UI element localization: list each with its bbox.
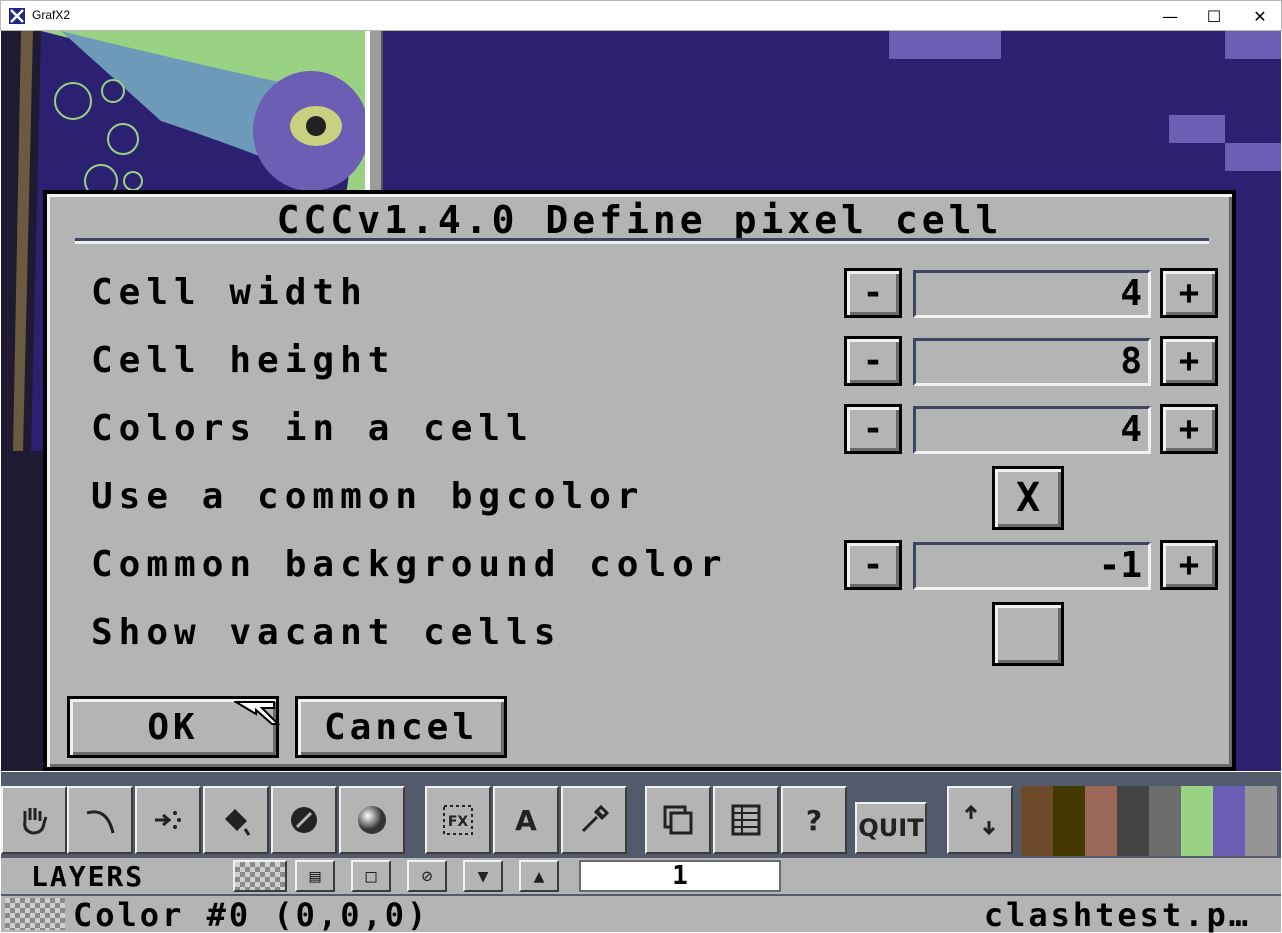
window-titlebar: GrafX2 — ☐ ✕	[0, 0, 1282, 31]
sphere-tool-button[interactable]	[339, 786, 405, 854]
effects-icon: FX	[443, 805, 473, 835]
scroll-tool-button[interactable]	[947, 786, 1013, 854]
color-palette[interactable]	[1021, 772, 1281, 856]
cell-width-label: Cell width	[91, 272, 368, 313]
current-layer-field[interactable]: 1	[579, 860, 781, 892]
minimize-button[interactable]: —	[1147, 1, 1193, 31]
close-button[interactable]: ✕	[1237, 1, 1282, 31]
pixel-block	[1169, 115, 1225, 143]
common-bgcolor-label: Common background color	[91, 544, 728, 585]
layer-add-button[interactable]: □	[351, 860, 391, 892]
common-bgcolor-decrement-button[interactable]: -	[844, 540, 902, 590]
status-bar: Color #0 (0,0,0) clashtest.p…	[1, 894, 1281, 933]
pixel-block	[1225, 143, 1281, 171]
sphere-icon	[358, 806, 386, 834]
use-common-bgcolor-checkbox[interactable]: X	[992, 466, 1064, 530]
arrow-up-icon: ▲	[533, 865, 545, 887]
window-title: GrafX2	[32, 8, 71, 22]
hand-tool-button[interactable]	[1, 786, 67, 854]
svg-text:FX: FX	[448, 814, 469, 830]
arrow-down-icon: ▼	[477, 865, 489, 887]
use-common-bgcolor-label: Use a common bgcolor	[91, 476, 645, 517]
cell-width-decrement-button[interactable]: -	[844, 268, 902, 318]
eyedropper-tool-button[interactable]	[561, 786, 627, 854]
fill-tool-button[interactable]	[203, 786, 269, 854]
define-pixel-cell-dialog: CCCv1.4.0 Define pixel cell Cell width -…	[43, 190, 1236, 771]
delete-layer-icon: ⊘	[421, 865, 433, 887]
help-tool-button[interactable]: ?	[781, 786, 847, 854]
gradient-tool-button[interactable]	[271, 786, 337, 854]
palette-grid-tool-button[interactable]	[713, 786, 779, 854]
cell-height-label: Cell height	[91, 340, 396, 381]
cell-height-decrement-button[interactable]: -	[844, 336, 902, 386]
maximize-button[interactable]: ☐	[1191, 1, 1237, 31]
layer-merge-button[interactable]: ▤	[295, 860, 335, 892]
colors-in-cell-value[interactable]: 4	[913, 406, 1151, 454]
tools-toolbar: FX A ? QUIT	[1, 772, 1281, 856]
show-vacant-cells-checkbox[interactable]	[992, 602, 1064, 666]
help-icon: ?	[805, 803, 823, 837]
scroll-arrows-icon	[964, 804, 996, 836]
palette-swatch[interactable]	[1021, 786, 1053, 856]
layer-down-button[interactable]: ▼	[463, 860, 503, 892]
text-icon: A	[515, 803, 537, 837]
spray-icon	[155, 811, 181, 829]
pixel-block	[889, 31, 1001, 59]
common-bgcolor-value[interactable]: -1	[913, 542, 1151, 590]
colors-in-cell-decrement-button[interactable]: -	[844, 404, 902, 454]
palette-swatch[interactable]	[1149, 786, 1181, 856]
color-swatch	[5, 898, 65, 930]
show-vacant-cells-label: Show vacant cells	[91, 612, 562, 653]
palette-swatch[interactable]	[1245, 786, 1277, 856]
status-filename: clashtest.p…	[983, 896, 1251, 933]
cancel-button[interactable]: Cancel	[295, 696, 507, 758]
palette-swatch[interactable]	[1117, 786, 1149, 856]
gradient-icon	[291, 807, 317, 833]
grafx2-app-icon	[9, 8, 25, 24]
merge-icon: ▤	[309, 865, 321, 887]
curve-tool-button[interactable]	[67, 786, 133, 854]
colors-in-cell-label: Colors in a cell	[91, 408, 534, 449]
pixel-block	[1225, 31, 1281, 59]
cell-height-value[interactable]: 8	[913, 338, 1151, 386]
status-color-text: Color #0 (0,0,0)	[73, 896, 430, 933]
cell-width-increment-button[interactable]: +	[1160, 268, 1218, 318]
quit-label: QUIT	[858, 814, 924, 842]
hand-icon	[23, 808, 48, 835]
layers-label: LAYERS	[31, 860, 145, 893]
layer-delete-button[interactable]: ⊘	[407, 860, 447, 892]
palette-swatch[interactable]	[1181, 786, 1213, 856]
common-bgcolor-increment-button[interactable]: +	[1160, 540, 1218, 590]
quit-button[interactable]: QUIT	[855, 802, 927, 854]
layers-copy-tool-button[interactable]	[645, 786, 711, 854]
eyedropper-icon	[581, 804, 610, 833]
add-layer-icon: □	[365, 865, 377, 887]
layer-up-button[interactable]: ▲	[519, 860, 559, 892]
dialog-title: CCCv1.4.0 Define pixel cell	[276, 198, 1003, 242]
layers-copy-icon	[663, 805, 693, 835]
palette-swatch[interactable]	[1053, 786, 1085, 856]
mouse-pointer-icon	[234, 701, 280, 725]
palette-swatch[interactable]	[1213, 786, 1245, 856]
title-divider	[75, 238, 1209, 244]
spray-tool-button[interactable]	[135, 786, 201, 854]
palette-swatch[interactable]	[1085, 786, 1117, 856]
cell-width-value[interactable]: 4	[913, 270, 1151, 318]
curve-icon	[86, 810, 115, 834]
text-tool-button[interactable]: A	[493, 786, 559, 854]
effects-tool-button[interactable]: FX	[425, 786, 491, 854]
cell-height-increment-button[interactable]: +	[1160, 336, 1218, 386]
layer-transparency-button[interactable]	[233, 860, 287, 892]
fill-icon	[225, 809, 251, 836]
colors-in-cell-increment-button[interactable]: +	[1160, 404, 1218, 454]
layers-bar: LAYERS ▤ □ ⊘ ▼ ▲ 1	[1, 856, 1281, 894]
palette-grid-icon	[731, 804, 761, 836]
